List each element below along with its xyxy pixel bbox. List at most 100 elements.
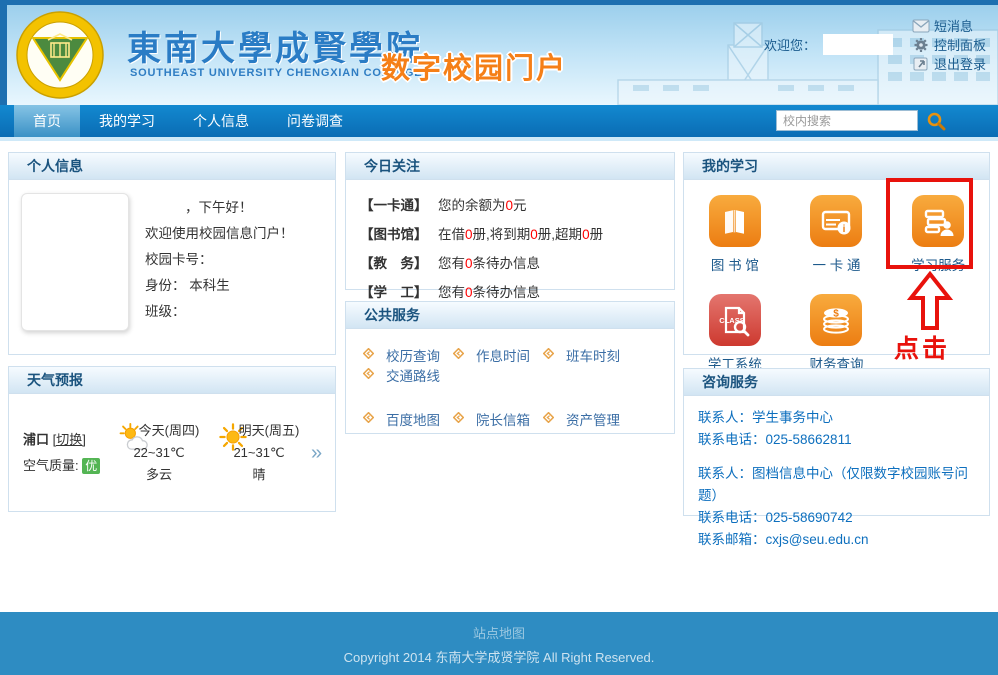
svg-text:i: i [843, 224, 846, 235]
app-label: 学习服务 [911, 254, 965, 274]
weather-day-name: 今天(周四) [139, 420, 200, 442]
diamond-bullet-icon [363, 347, 381, 363]
profile-line: 身份： 本科生 [145, 273, 294, 299]
books-icon [709, 195, 761, 247]
diamond-bullet-icon [363, 411, 381, 427]
focus-count: 0 [506, 198, 514, 213]
envelope-icon [912, 18, 930, 34]
university-seal-logo [15, 10, 105, 100]
app-财务查询[interactable]: $财务查询 [809, 294, 863, 373]
weather-days: 今天(周四)22~31℃多云明天(周五)21~31℃晴 [109, 420, 309, 486]
weather-day-header: 今天(周四) [109, 420, 209, 442]
weather-switch-link[interactable]: [切换] [53, 432, 86, 447]
focus-text: 您的余额为 [438, 198, 506, 213]
header: 東南大學成賢學院 SOUTHEAST UNIVERSITY CHENGXIAN … [7, 5, 998, 105]
air-quality-badge: 优 [82, 458, 100, 474]
diamond-bullet-icon [453, 347, 471, 363]
service-link-校历查询[interactable]: 校历查询 [363, 345, 440, 365]
nav-item-个人信息[interactable]: 个人信息 [174, 105, 268, 137]
coins-icon: $ [810, 294, 862, 346]
profile-line: 欢迎使用校园信息门户！ [145, 221, 294, 247]
focus-text: 元 [513, 198, 527, 213]
service-links: 校历查询 作息时间班车时刻交通路线百度地图 院长信箱资产管理 [346, 329, 674, 469]
focus-list: 【一卡通】您的余额为0元【图书馆】在借0册,将到期0册,超期0册【教 务】您有0… [346, 180, 674, 318]
focus-count: 0 [582, 227, 590, 242]
panel-consult-title: 咨询服务 [684, 369, 989, 396]
focus-text: 条待办信息 [473, 285, 541, 300]
weather-body: 浦口 [切换] 空气质量: 优 今天(周四)22~31℃多云明天(周五)21~3… [9, 394, 335, 486]
svg-text:$: $ [834, 309, 840, 320]
focus-count: 0 [465, 227, 473, 242]
service-link-作息时间[interactable]: 作息时间 [453, 345, 530, 365]
panel-weather: 天气预报 浦口 [切换] 空气质量: 优 今天(周四)22~31℃多云明天(周五… [8, 366, 336, 512]
focus-row: 【图书馆】在借0册,将到期0册,超期0册 [360, 220, 660, 249]
brand-english: SOUTHEAST UNIVERSITY CHENGXIAN COLLEGE [130, 67, 422, 79]
weather-day-header: 明天(周五) [209, 420, 309, 442]
service-link-交通路线[interactable]: 交通路线 [363, 365, 440, 385]
focus-text: 册 [590, 227, 604, 242]
diamond-bullet-icon [453, 411, 471, 427]
header-link-短消息[interactable]: 短消息 [912, 16, 986, 35]
welcome-label: 欢迎您： [764, 35, 816, 54]
focus-row-text: 在借0册,将到期0册,超期0册 [438, 220, 603, 249]
app-一卡通[interactable]: i 一 卡 通 [810, 195, 862, 274]
diamond-bullet-icon [543, 347, 561, 363]
focus-row-text: 您有0条待办信息 [438, 249, 540, 278]
left-border [0, 0, 7, 105]
header-links: 短消息控制面板退出登录 [900, 16, 986, 73]
header-link-控制面板[interactable]: 控制面板 [912, 35, 986, 54]
consult-line: 联系电话：025-58690742 [698, 507, 975, 529]
weather-day: 今天(周四)22~31℃多云 [109, 420, 209, 486]
service-link-label: 院长信箱 [476, 409, 530, 429]
focus-count: 0 [465, 256, 473, 271]
weather-day-name: 明天(周五) [239, 420, 300, 442]
app-学习服务[interactable]: 学习服务 [911, 195, 965, 274]
profile-body: ，下午好！欢迎使用校园信息门户！校园卡号：身份： 本科生班级： [9, 180, 335, 344]
app-学工系统[interactable]: CLASS学工系统 [708, 294, 762, 373]
panel-services-title: 公共服务 [346, 302, 674, 329]
portal-title: 数字校园门户 [381, 45, 567, 87]
app-label: 一 卡 通 [812, 254, 860, 274]
nav-item-问卷调查[interactable]: 问卷调查 [268, 105, 362, 137]
focus-count: 0 [465, 285, 473, 300]
weather-more-arrow[interactable]: » [311, 442, 322, 465]
service-link-label: 校历查询 [386, 345, 440, 365]
weather-location: 浦口 [23, 432, 49, 447]
consult-groups: 联系人：学生事务中心联系电话：025-58662811 联系人：图档信息中心（仅限… [684, 396, 989, 574]
brand-name: 東南大學成賢學院 [127, 21, 423, 70]
service-link-院长信箱[interactable]: 院长信箱 [453, 409, 530, 429]
footer: 站点地图 Copyright 2014 东南大学成贤学院 All Right R… [0, 612, 998, 675]
search-button[interactable] [926, 111, 946, 131]
svg-text:CLASS: CLASS [719, 316, 744, 325]
service-link-label: 百度地图 [386, 409, 440, 429]
weather-day: 明天(周五)21~31℃晴 [209, 420, 309, 486]
service-link-资产管理[interactable]: 资产管理 [543, 409, 620, 429]
focus-text: 册,将到期 [473, 227, 531, 242]
header-link-label: 控制面板 [934, 35, 986, 54]
app-图书馆[interactable]: 图 书 馆 [709, 195, 761, 274]
service-link-label: 作息时间 [476, 345, 530, 365]
header-link-label: 短消息 [934, 16, 973, 35]
service-link-百度地图[interactable]: 百度地图 [363, 409, 440, 429]
sitemap-link[interactable]: 站点地图 [473, 623, 525, 642]
focus-text: 您有 [438, 285, 465, 300]
focus-row-text: 您的余额为0元 [438, 191, 527, 220]
weather-day-desc: 多云 [109, 464, 209, 486]
focus-text: 您有 [438, 256, 465, 271]
consult-group: 联系人：学生事务中心联系电话：025-58662811 [698, 407, 975, 451]
panel-study: 我的学习 图 书 馆i一 卡 通学习服务CLASS学工系统$财务查询 [683, 152, 990, 355]
service-link-row: 百度地图 院长信箱资产管理 [350, 409, 670, 429]
consult-line: 联系邮箱：cxjs@seu.edu.cn [698, 529, 975, 551]
welcome-bar: 欢迎您： 短消息控制面板退出登录 [764, 16, 986, 73]
nav-item-首页[interactable]: 首页 [14, 105, 80, 137]
panel-consult: 咨询服务 联系人：学生事务中心联系电话：025-58662811联系人：图档信息… [683, 368, 990, 516]
learning-icon [912, 195, 964, 247]
service-link-班车时刻[interactable]: 班车时刻 [543, 345, 620, 365]
main-nav: 首页我的学习个人信息问卷调查 [0, 105, 998, 137]
header-link-退出登录[interactable]: 退出登录 [912, 54, 986, 73]
nav-item-我的学习[interactable]: 我的学习 [80, 105, 174, 137]
weather-day-desc: 晴 [209, 464, 309, 486]
portal-page: 東南大學成賢學院 SOUTHEAST UNIVERSITY CHENGXIAN … [0, 0, 998, 675]
search-input[interactable] [776, 110, 918, 131]
consult-group: 联系人：图档信息中心（仅限数字校园账号问题）联系电话：025-58690742联… [698, 463, 975, 551]
